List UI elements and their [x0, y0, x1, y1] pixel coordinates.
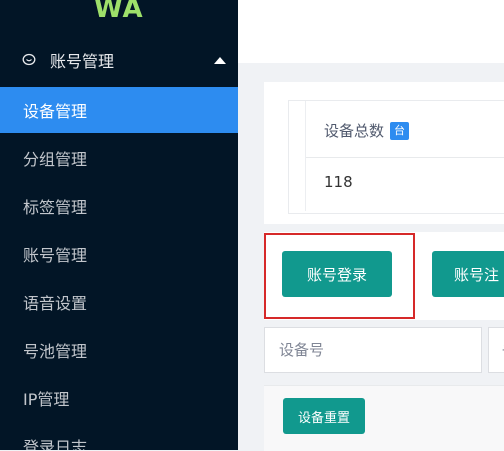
- sidebar-item-label: 语音设置: [23, 294, 88, 313]
- top-header: [238, 0, 504, 63]
- sidebar: WA 账号管理 设备管理 分组管理 标签管理 账号管理 语音设置 号池管理 IP…: [0, 0, 238, 450]
- sidebar-item-label: 标签管理: [23, 198, 88, 217]
- device-total-label: 设备总数 台: [324, 120, 410, 141]
- stats-divider-vertical: [305, 101, 306, 211]
- sidebar-item-label: IP管理: [23, 390, 70, 409]
- unit-badge: 台: [390, 121, 410, 140]
- account-register-button[interactable]: 账号注: [432, 251, 504, 297]
- device-number-input[interactable]: [264, 327, 482, 373]
- sidebar-item-label: 设备管理: [23, 102, 88, 121]
- sidebar-item-label: 账号管理: [23, 246, 88, 265]
- device-reset-button[interactable]: 设备重置: [283, 398, 365, 434]
- sidebar-item-tag-management[interactable]: 标签管理: [0, 183, 238, 229]
- device-total-text: 设备总数: [324, 122, 385, 140]
- stats-divider: [306, 157, 504, 158]
- device-total-value: 118: [324, 173, 353, 191]
- sidebar-group-label: 账号管理: [50, 52, 115, 71]
- sidebar-item-label: 号池管理: [23, 342, 88, 361]
- sidebar-item-voice-settings[interactable]: 语音设置: [0, 279, 238, 325]
- app-logo: WA: [94, 0, 144, 24]
- account-login-button[interactable]: 账号登录: [282, 251, 392, 297]
- sidebar-item-account-management[interactable]: 账号管理: [0, 231, 238, 277]
- sidebar-item-ip-management[interactable]: IP管理: [0, 375, 238, 421]
- chevron-up-icon: [214, 57, 226, 64]
- sidebar-item-label: 分组管理: [23, 150, 88, 169]
- chat-bubble-icon: [22, 53, 36, 67]
- sidebar-item-login-log[interactable]: 登录日志: [0, 423, 238, 450]
- sidebar-item-device-management[interactable]: 设备管理: [0, 87, 238, 133]
- sidebar-group-account-management[interactable]: 账号管理: [0, 38, 238, 82]
- sidebar-item-label: 登录日志: [23, 438, 88, 450]
- second-filter-input[interactable]: 设: [488, 327, 504, 373]
- sidebar-item-group-management[interactable]: 分组管理: [0, 135, 238, 181]
- sidebar-item-number-pool[interactable]: 号池管理: [0, 327, 238, 373]
